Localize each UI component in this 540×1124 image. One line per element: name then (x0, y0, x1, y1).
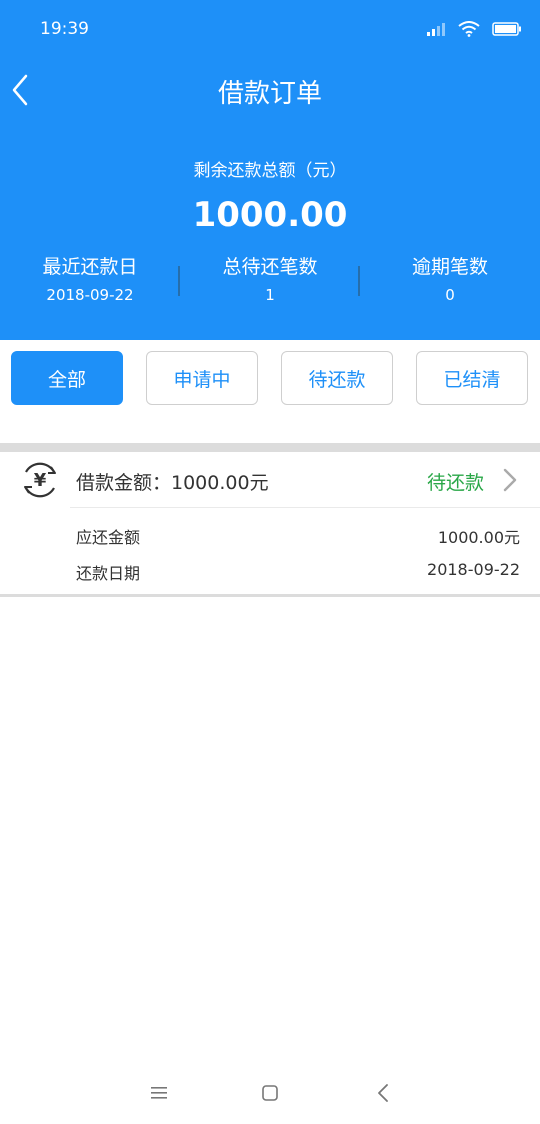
signal-icon (427, 23, 445, 36)
system-back-button[interactable] (368, 1078, 398, 1108)
detail-label: 应还金额 (76, 528, 141, 547)
home-icon (262, 1085, 278, 1101)
battery-icon (492, 22, 521, 36)
page-title: 借款订单 (217, 79, 322, 109)
header: 19:39 借款订单 剩余还款总额（元） 1000.00 最近还款日 2018-… (0, 0, 540, 340)
detail-value: 2018-09-22 (427, 560, 520, 579)
yuan-refresh-icon: ¥ (24, 462, 56, 498)
order-status-badge: 待还款 (426, 472, 484, 494)
menu-icon (151, 1087, 167, 1099)
detail-row-due-date: 还款日期 2018-09-22 (76, 560, 520, 584)
stat-value: 0 (445, 286, 455, 304)
stat-value: 2018-09-22 (46, 286, 134, 304)
detail-label: 还款日期 (76, 564, 141, 583)
stat-pending-count: 总待还笔数 1 (180, 252, 360, 306)
section-divider (0, 443, 540, 452)
remain-label: 剩余还款总额（元） (193, 161, 347, 181)
remain-amount: 1000.00 (192, 195, 348, 235)
chevron-right-icon[interactable] (502, 468, 518, 492)
card-divider (70, 507, 540, 508)
filter-settled-button[interactable]: 已结清 (416, 351, 528, 405)
stat-overdue-count: 逾期笔数 0 (360, 252, 540, 306)
detail-row-due-amount: 应还金额 1000.00元 (76, 524, 520, 548)
order-card[interactable]: ¥ 借款金额：1000.00元 待还款 应还金额 1000.00元 还款日期 2… (0, 452, 540, 595)
order-title: 借款金额：1000.00元 (76, 472, 269, 494)
stats-row: 最近还款日 2018-09-22 总待还笔数 1 逾期笔数 0 (0, 252, 540, 322)
back-icon (378, 1084, 388, 1102)
status-bar: 19:39 (0, 0, 540, 58)
system-nav-bar (0, 1064, 540, 1124)
stat-label: 最近还款日 (42, 256, 138, 278)
stat-value: 1 (265, 286, 275, 304)
wifi-icon (458, 21, 480, 37)
stat-label: 总待还笔数 (222, 256, 318, 278)
nav-bar: 借款订单 (0, 58, 540, 122)
filter-tabs: 全部 申请中 待还款 已结清 (0, 340, 540, 444)
status-time: 19:39 (40, 19, 89, 39)
yuan-symbol: ¥ (34, 470, 47, 491)
stat-latest-repay-date: 最近还款日 2018-09-22 (0, 252, 180, 306)
filter-applying-button[interactable]: 申请中 (146, 351, 258, 405)
detail-value: 1000.00元 (437, 528, 520, 547)
filter-pending-button[interactable]: 待还款 (281, 351, 393, 405)
stat-label: 逾期笔数 (411, 256, 488, 278)
home-button[interactable] (255, 1078, 285, 1108)
menu-button[interactable] (144, 1078, 174, 1108)
status-icons (426, 18, 522, 40)
filter-all-button[interactable]: 全部 (11, 351, 123, 405)
card-bottom-border (0, 594, 540, 597)
